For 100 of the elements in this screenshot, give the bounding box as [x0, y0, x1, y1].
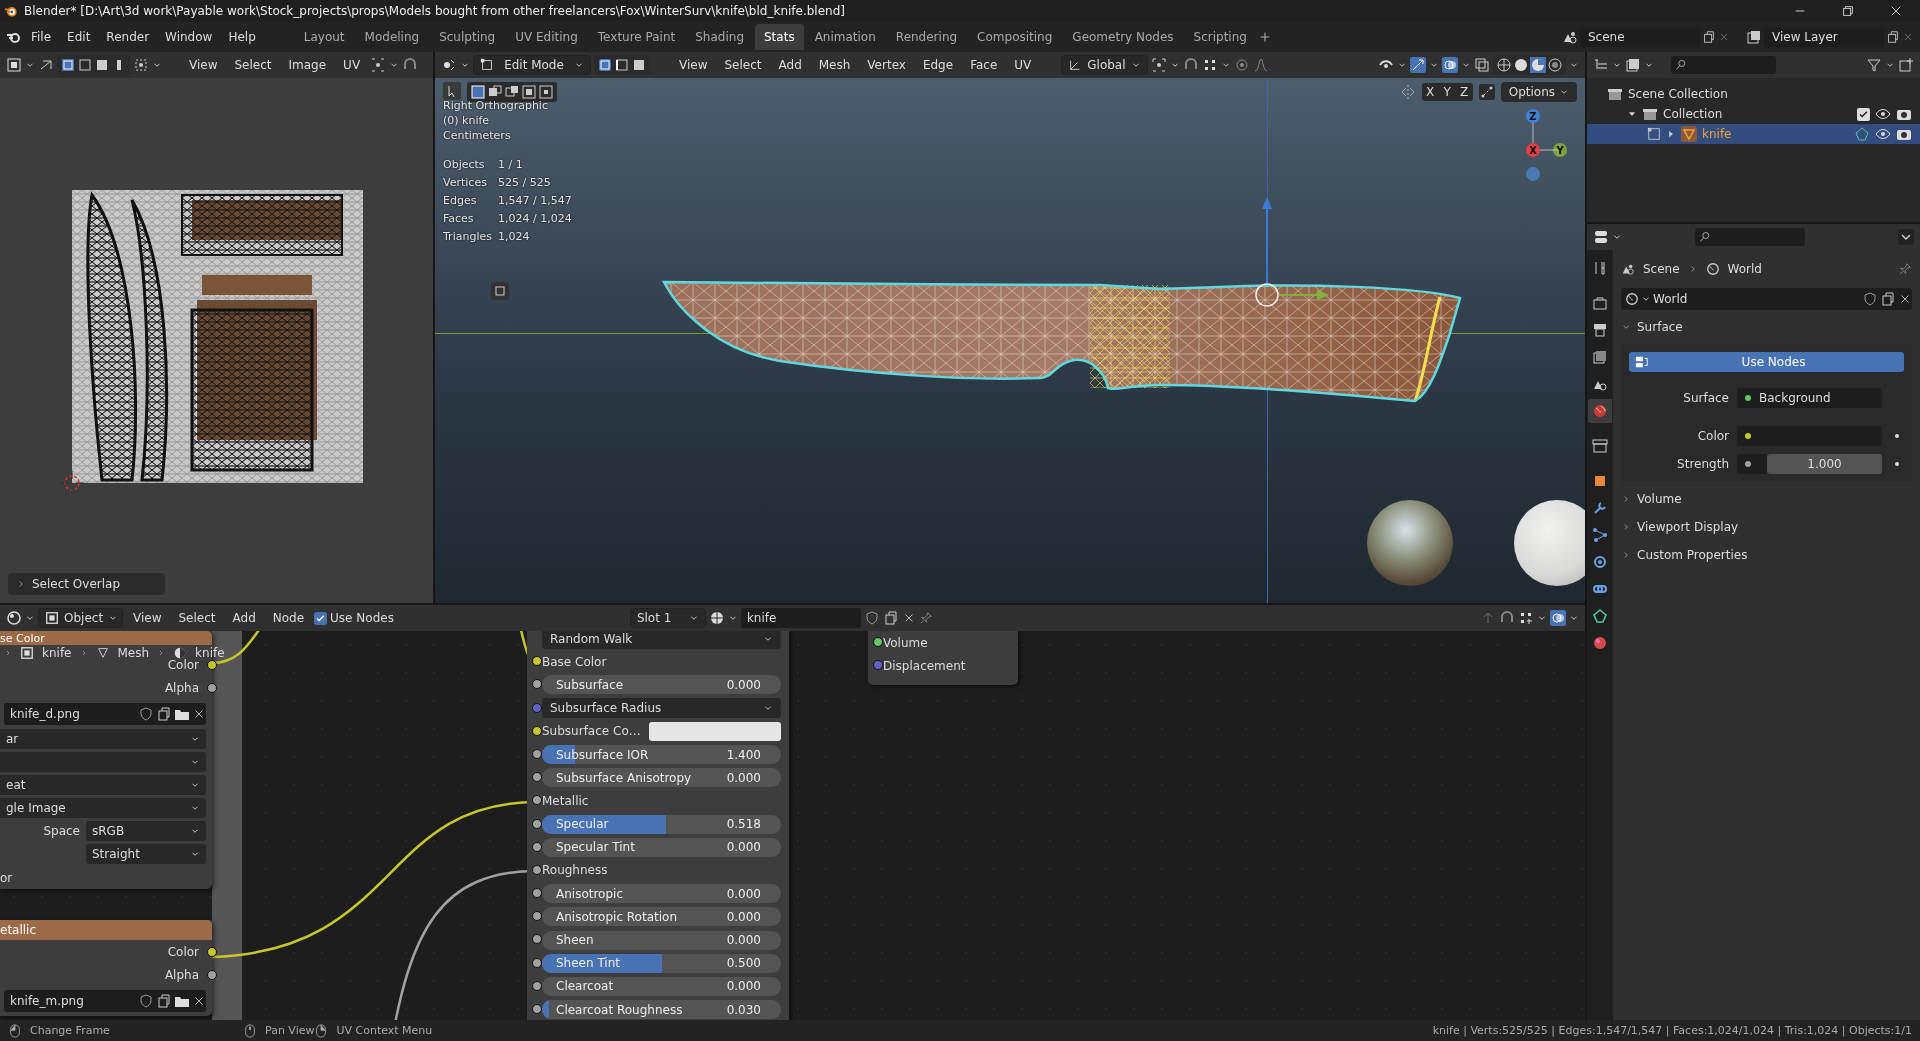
panel-header[interactable]: Surface: [1621, 316, 1912, 338]
node-dropdown[interactable]: Straight: [86, 844, 206, 864]
material-shading-icon[interactable]: [1530, 57, 1546, 73]
socket[interactable]: [207, 946, 217, 957]
face-select-icon[interactable]: [94, 57, 110, 73]
color-field[interactable]: [1737, 426, 1882, 446]
select-invert-icon[interactable]: [521, 84, 537, 100]
menu-item[interactable]: Select: [171, 608, 223, 628]
duplicate-icon[interactable]: [1886, 30, 1900, 44]
socket[interactable]: [532, 888, 542, 899]
eye-icon[interactable]: [1875, 106, 1891, 122]
workspace-tab[interactable]: Compositing: [968, 24, 1062, 50]
outliner-row[interactable]: Collection: [1587, 104, 1920, 124]
restore-icon[interactable]: [1841, 4, 1855, 18]
node-dropdown[interactable]: sRGB: [86, 821, 206, 841]
vertex-select-icon[interactable]: [60, 57, 76, 73]
value-slider[interactable]: Subsurface Anisotropy 0.000: [542, 768, 781, 788]
workspace-tab[interactable]: Texture Paint: [588, 24, 685, 50]
menu-item[interactable]: File: [24, 27, 59, 47]
workspace-tab[interactable]: Animation: [805, 24, 885, 50]
menu-item[interactable]: Face: [963, 55, 1005, 75]
socket[interactable]: [532, 795, 542, 806]
shader-editor-icon[interactable]: [6, 610, 22, 626]
socket[interactable]: [532, 841, 542, 852]
menu-item[interactable]: View: [672, 55, 715, 75]
menu-item[interactable]: View: [126, 608, 169, 628]
face-select-icon[interactable]: [631, 57, 647, 73]
workspace-tab[interactable]: Geometry Nodes: [1063, 24, 1183, 50]
mirror-icon[interactable]: [1399, 84, 1416, 100]
socket[interactable]: [873, 637, 883, 647]
duplicate-icon[interactable]: [882, 610, 899, 626]
snap-grid-icon[interactable]: [1518, 610, 1534, 626]
pivot-point-icon[interactable]: [1150, 57, 1167, 73]
workspace-tab[interactable]: Sculpting: [430, 24, 505, 50]
shader-field[interactable]: Background: [1737, 388, 1882, 408]
object-mode-dropdown[interactable]: Object: [38, 608, 123, 628]
view-layer-icon[interactable]: [1746, 29, 1762, 45]
socket[interactable]: [532, 1004, 542, 1014]
eye-icon[interactable]: [1875, 126, 1891, 142]
value-slider[interactable]: Anisotropic Rotation 0.000: [542, 907, 781, 927]
orientation-dropdown[interactable]: Global: [1061, 55, 1148, 75]
value-slider[interactable]: Sheen Tint 0.500: [542, 953, 781, 973]
gizmo-icon[interactable]: [1410, 57, 1426, 73]
menu-item[interactable]: Select: [227, 55, 279, 75]
socket[interactable]: [532, 679, 542, 690]
display-mode-icon[interactable]: [1625, 57, 1641, 73]
node-dropdown[interactable]: Subsurface Radius: [542, 698, 781, 719]
menu-item[interactable]: Vertex: [860, 55, 913, 75]
panel-header[interactable]: Viewport Display: [1621, 516, 1912, 538]
scene-field[interactable]: Scene: [1580, 27, 1700, 47]
menu-item[interactable]: Mesh: [811, 55, 858, 75]
menu-item[interactable]: UV: [336, 55, 368, 75]
pivot-icon[interactable]: [133, 57, 149, 73]
socket[interactable]: [532, 656, 542, 667]
workspace-tab[interactable]: Rendering: [886, 24, 967, 50]
new-collection-icon[interactable]: [1898, 57, 1914, 73]
axis-toggle[interactable]: Y: [1438, 83, 1456, 101]
socket[interactable]: [207, 969, 217, 980]
value-slider[interactable]: Anisotropic 0.000: [542, 884, 781, 904]
color-swatch[interactable]: [649, 721, 781, 741]
node-dropdown[interactable]: ar: [0, 729, 206, 749]
menu-item[interactable]: Select: [717, 55, 769, 75]
material-field[interactable]: knife: [740, 608, 861, 628]
solid-shading-icon[interactable]: [1513, 57, 1529, 73]
filter-icon[interactable]: [1866, 57, 1882, 73]
search-field[interactable]: [1695, 228, 1805, 246]
menu-item[interactable]: UV: [1007, 55, 1039, 75]
xray-icon[interactable]: [1474, 57, 1490, 73]
search-field[interactable]: [1671, 56, 1776, 74]
socket[interactable]: [532, 748, 542, 759]
image-field[interactable]: knife_m.png: [4, 990, 206, 1012]
auto-merge-icon[interactable]: [1478, 84, 1495, 100]
socket[interactable]: [207, 659, 217, 670]
menu-item[interactable]: Window: [158, 27, 220, 47]
menu-item[interactable]: Add: [225, 608, 263, 628]
wireframe-shading-icon[interactable]: [1496, 57, 1512, 73]
shield-icon[interactable]: [863, 610, 880, 626]
menu-item[interactable]: Node: [265, 608, 312, 628]
outliner-row[interactable]: knife: [1587, 124, 1920, 144]
close-icon[interactable]: [1889, 4, 1903, 18]
workspace-tab[interactable]: Scripting: [1184, 24, 1256, 50]
menu-item[interactable]: Edit: [60, 27, 98, 47]
axis-toggle[interactable]: X: [1421, 83, 1439, 101]
node-dropdown[interactable]: [0, 752, 206, 772]
menu-item[interactable]: Image: [281, 55, 334, 75]
socket[interactable]: [532, 772, 542, 783]
panel-header[interactable]: Custom Properties: [1621, 544, 1912, 566]
socket[interactable]: [532, 934, 542, 945]
workspace-tab[interactable]: Layout: [294, 24, 354, 50]
socket[interactable]: [532, 725, 542, 736]
socket[interactable]: [532, 818, 542, 829]
number-field[interactable]: 1.000: [1737, 454, 1882, 474]
menu-item[interactable]: Edge: [915, 55, 961, 75]
properties-editor-icon[interactable]: [1593, 229, 1609, 245]
value-slider[interactable]: Specular 0.518: [542, 814, 781, 834]
node-dropdown[interactable]: Random Walk: [542, 631, 781, 649]
node-dropdown[interactable]: gle Image: [0, 798, 206, 818]
select-new-icon[interactable]: [470, 84, 486, 100]
value-slider[interactable]: Sheen 0.000: [542, 930, 781, 950]
falloff-curve-icon[interactable]: [1252, 57, 1269, 73]
